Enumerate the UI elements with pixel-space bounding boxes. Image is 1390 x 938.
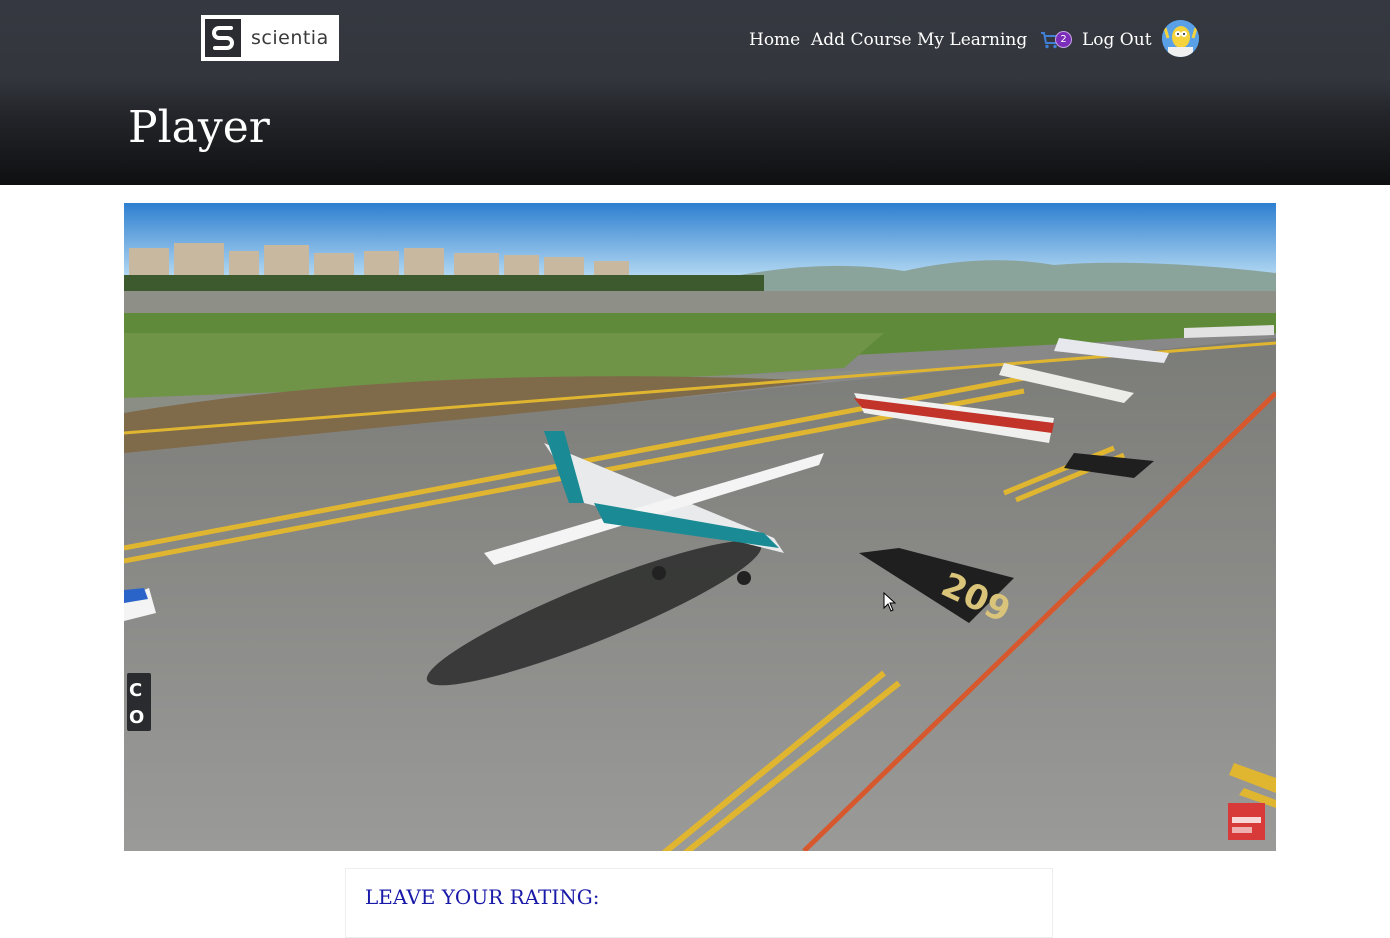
cart-count-badge: 2 — [1055, 31, 1072, 48]
brand-name: scientia — [251, 27, 329, 49]
nav-log-out-link[interactable]: Log Out — [1082, 30, 1152, 56]
overlay-label-o: O — [129, 707, 144, 728]
rating-label: LEAVE YOUR RATING: — [365, 885, 600, 909]
video-player[interactable]: 209 C O — [124, 203, 1276, 851]
user-avatar[interactable] — [1162, 20, 1199, 57]
nav-add-course-link[interactable]: Add Course — [811, 30, 912, 56]
rating-panel: LEAVE YOUR RATING: — [345, 868, 1053, 938]
s-logo-icon — [205, 19, 241, 57]
overlay-label-c: C — [129, 680, 142, 701]
channel-watermark-icon — [1228, 803, 1265, 840]
cart-button[interactable]: 2 — [1040, 28, 1076, 54]
site-header: scientia Home Add Course My Learning 2 L… — [0, 0, 1390, 185]
video-frame-flight-sim: 209 C O — [124, 203, 1276, 851]
nav-home-link[interactable]: Home — [749, 30, 800, 56]
nav-my-learning-link[interactable]: My Learning — [917, 30, 1027, 56]
brand-logo[interactable]: scientia — [201, 15, 339, 61]
page-title: Player — [128, 102, 270, 153]
